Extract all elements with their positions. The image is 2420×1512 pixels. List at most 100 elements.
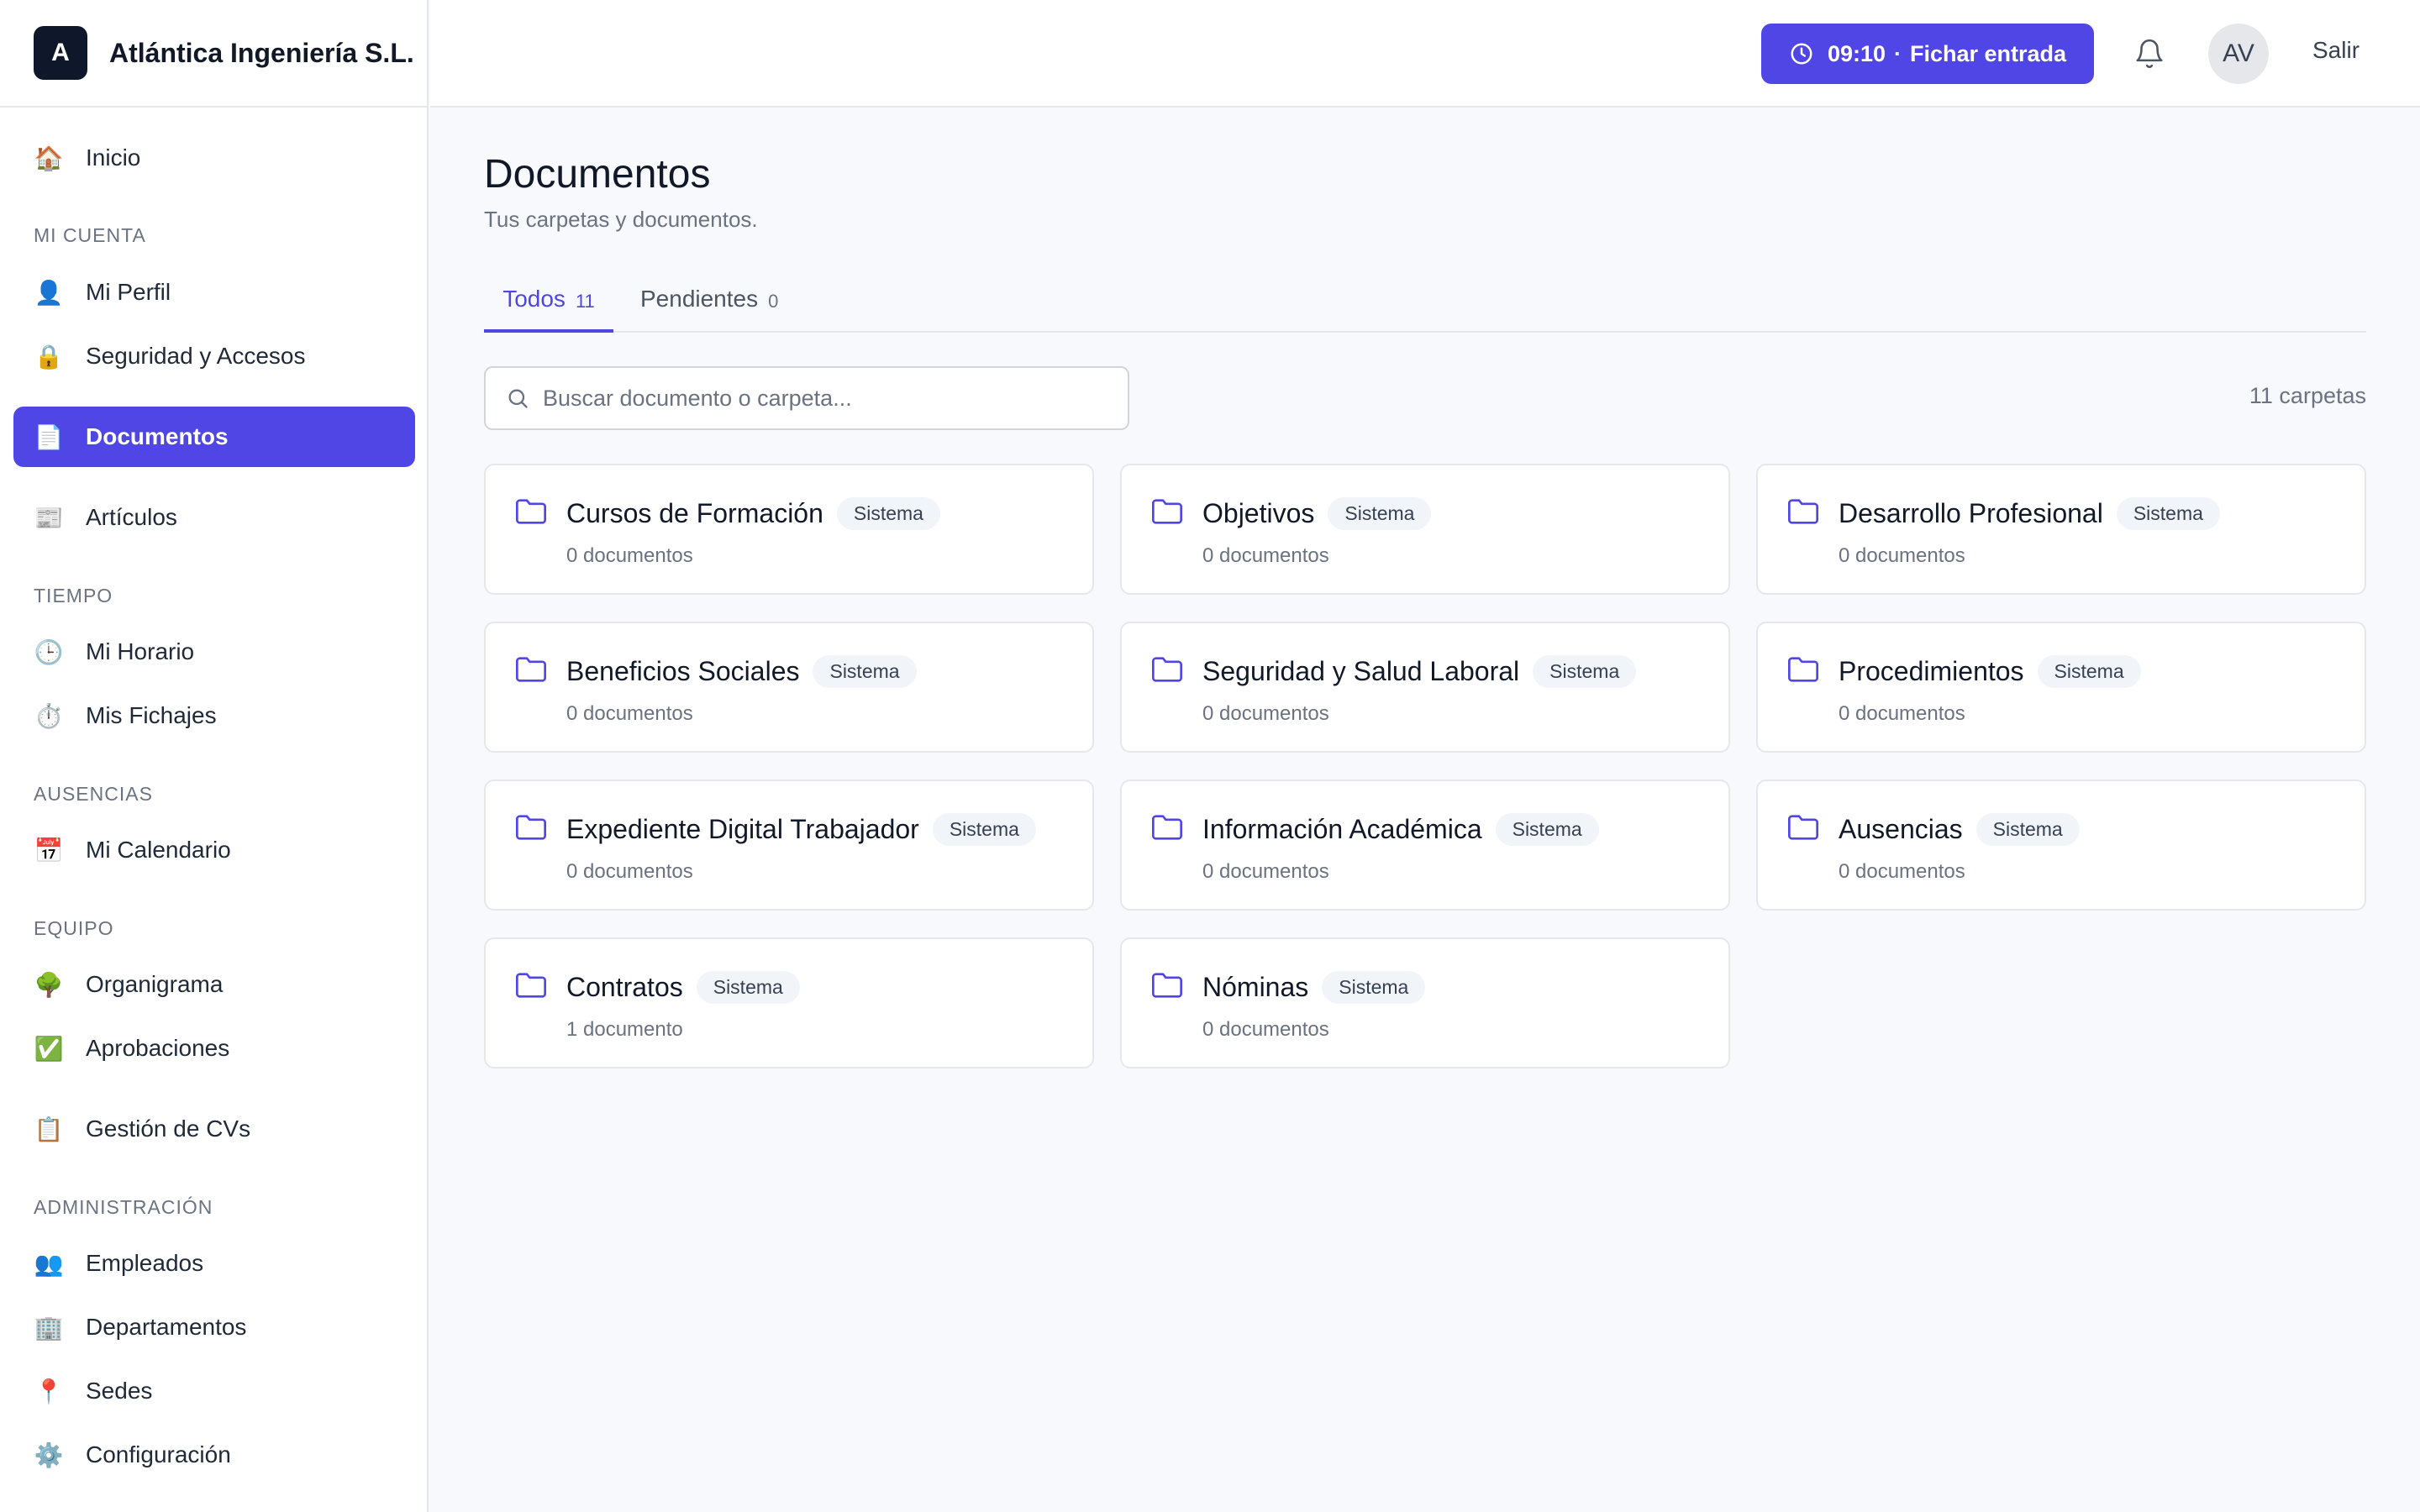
folder-name: Cursos de Formación [566, 498, 823, 528]
tab-label: Todos [502, 286, 566, 312]
sidebar-item-label: Artículos [86, 504, 177, 530]
folder-card[interactable]: Información Académica Sistema 0 documentos [1120, 780, 1730, 911]
sidebar-item-sedes[interactable]: 📍 Sedes [13, 1361, 415, 1421]
folder-card[interactable]: Cursos de Formación Sistema 0 documentos [484, 464, 1094, 595]
sidebar-item-inicio[interactable]: 🏠 Inicio [13, 128, 415, 188]
clock-action-label: Fichar entrada [1910, 40, 2067, 66]
folder-card[interactable]: Expediente Digital Trabajador Sistema 0 do… [484, 780, 1094, 911]
sidebar-item-mi-perfil[interactable]: 👤 Mi Perfil [13, 262, 415, 323]
folder-name: Seguridad y Salud Laboral [1202, 656, 1520, 686]
clipboard-icon: 📋 [34, 1116, 64, 1142]
folder-name-row: Beneficios Sociales Sistema [566, 655, 917, 688]
sidebar: A Atlántica Ingeniería S.L. 🏠 Inicio MI … [0, 0, 429, 1512]
folder-name-row: Desarrollo Profesional Sistema [1839, 497, 2220, 530]
section-label-mi-cuenta: MI CUENTA [34, 224, 146, 246]
folder-icon [1150, 813, 1184, 846]
folder-name: Nóminas [1202, 972, 1309, 1002]
sidebar-item-label: Sedes [86, 1378, 153, 1404]
system-badge: Sistema [1975, 813, 2080, 846]
sidebar-item-label: Organigrama [86, 971, 224, 997]
system-badge: Sistema [836, 497, 940, 530]
system-badge: Sistema [813, 655, 917, 688]
document-icon: 📄 [34, 423, 64, 450]
tab-count: 11 [575, 291, 595, 312]
calendar-icon: 📅 [34, 837, 64, 864]
folder-name-row: Nóminas Sistema [1202, 971, 1426, 1004]
sidebar-item-articulos[interactable]: 📰 Artículos [13, 487, 415, 548]
folder-doc-count: 1 documento [566, 1018, 683, 1041]
sidebar-item-label: Mi Horario [86, 638, 195, 664]
sidebar-item-label: Inicio [86, 144, 141, 171]
folder-name: Información Académica [1202, 814, 1482, 844]
sidebar-item-mis-fichajes[interactable]: ⏱️ Mis Fichajes [13, 685, 415, 746]
folder-name: Objetivos [1202, 498, 1315, 528]
tab-label: Pendientes [640, 286, 759, 312]
building-icon: 🏢 [34, 1314, 64, 1341]
sidebar-item-departamentos[interactable]: 🏢 Departamentos [13, 1297, 415, 1357]
sidebar-item-label: Configuración [86, 1441, 231, 1467]
sidebar-item-aprobaciones[interactable]: ✅ Aprobaciones [13, 1018, 415, 1079]
folder-card[interactable]: Beneficios Sociales Sistema 0 documentos [484, 622, 1094, 753]
folder-name-row: Cursos de Formación Sistema [566, 497, 940, 530]
section-label-administracion: ADMINISTRACIÓN [34, 1196, 213, 1218]
sidebar-item-empleados[interactable]: 👥 Empleados [13, 1233, 415, 1294]
sidebar-item-label: Mi Calendario [86, 837, 231, 863]
folder-name-row: Procedimientos Sistema [1839, 655, 2141, 688]
sidebar-item-label: Documentos [86, 423, 229, 449]
folder-name: Beneficios Sociales [566, 656, 800, 686]
sidebar-item-mi-horario[interactable]: 🕒 Mi Horario [13, 622, 415, 682]
folder-card[interactable]: Objetivos Sistema 0 documentos [1120, 464, 1730, 595]
lock-icon: 🔒 [34, 343, 64, 370]
folder-card[interactable]: Contratos Sistema 1 documento [484, 937, 1094, 1068]
check-icon: ✅ [34, 1035, 64, 1062]
brand-logo: A [34, 26, 87, 80]
folder-card[interactable]: Nóminas Sistema 0 documentos [1120, 937, 1730, 1068]
folder-card[interactable]: Ausencias Sistema 0 documentos [1756, 780, 2366, 911]
folder-doc-count: 0 documentos [566, 860, 693, 883]
sidebar-item-label: Departamentos [86, 1314, 247, 1340]
avatar[interactable]: AV [2208, 24, 2269, 84]
bell-icon[interactable] [2131, 35, 2168, 72]
user-icon: 👤 [34, 279, 64, 306]
folder-count: 11 carpetas [2249, 383, 2366, 408]
system-badge: Sistema [1322, 971, 1426, 1004]
page-title: Documentos [484, 152, 711, 197]
folder-name-row: Ausencias Sistema [1839, 813, 2080, 846]
folder-icon [1150, 971, 1184, 1004]
tabs: Todos 11 Pendientes 0 [484, 277, 2366, 333]
folder-card[interactable]: Desarrollo Profesional Sistema 0 documento… [1756, 464, 2366, 595]
sidebar-item-seguridad[interactable]: 🔒 Seguridad y Accesos [13, 326, 415, 386]
sidebar-item-configuracion[interactable]: ⚙️ Configuración [13, 1425, 415, 1485]
tab-pendientes[interactable]: Pendientes 0 [640, 277, 778, 333]
folder-name: Procedimientos [1839, 656, 2024, 686]
sidebar-item-label: Gestión de CVs [86, 1116, 251, 1142]
folder-doc-count: 0 documentos [566, 702, 693, 725]
system-badge: Sistema [1533, 655, 1637, 688]
system-badge: Sistema [1495, 813, 1599, 846]
logout-link[interactable]: Salir [2312, 37, 2360, 64]
tab-todos[interactable]: Todos 11 [484, 277, 613, 333]
folder-name-row: Contratos Sistema [566, 971, 800, 1004]
folder-icon [1786, 655, 1820, 688]
sidebar-item-organigrama[interactable]: 🌳 Organigrama [13, 954, 415, 1015]
sidebar-item-label: Seguridad y Accesos [86, 343, 306, 369]
folder-card[interactable]: Seguridad y Salud Laboral Sistema 0 docume… [1120, 622, 1730, 753]
sidebar-item-documentos[interactable]: 📄 Documentos [13, 407, 415, 467]
search-input[interactable] [543, 385, 1114, 412]
top-bar: 09:10 · Fichar entrada AV Salir [430, 0, 2420, 108]
sidebar-item-label: Empleados [86, 1250, 204, 1276]
search-box[interactable] [484, 366, 1129, 430]
folder-doc-count: 0 documentos [1839, 702, 1965, 725]
system-badge: Sistema [696, 971, 800, 1004]
folder-name: Expediente Digital Trabajador [566, 814, 919, 844]
folder-icon [1150, 655, 1184, 688]
folder-name-row: Seguridad y Salud Laboral Sistema [1202, 655, 1637, 688]
clock-in-button[interactable]: 09:10 · Fichar entrada [1761, 24, 2094, 84]
stopwatch-icon: ⏱️ [34, 702, 64, 729]
folder-card[interactable]: Procedimientos Sistema 0 documentos [1756, 622, 2366, 753]
clock-time: 09:10 [1827, 40, 1886, 66]
sidebar-item-gestion-cvs[interactable]: 📋 Gestión de CVs [13, 1099, 415, 1159]
brand[interactable]: A Atlántica Ingeniería S.L. [0, 0, 427, 108]
sidebar-item-mi-calendario[interactable]: 📅 Mi Calendario [13, 820, 415, 880]
folder-name: Desarrollo Profesional [1839, 498, 2103, 528]
